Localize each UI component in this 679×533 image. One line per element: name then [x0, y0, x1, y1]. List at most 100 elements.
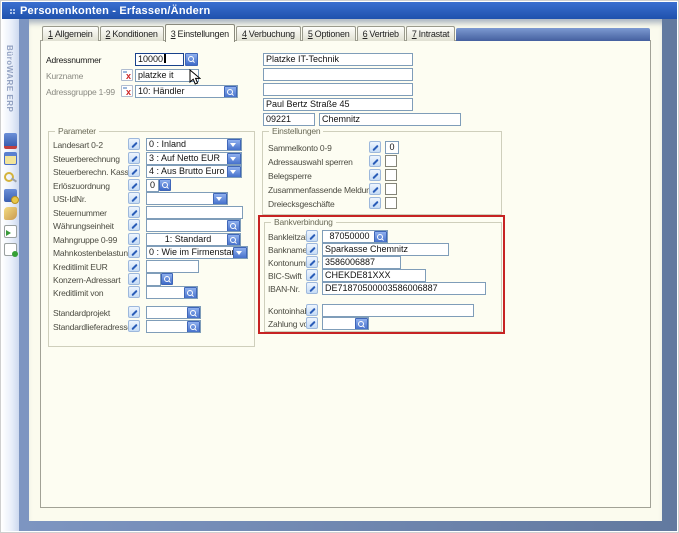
- waehrungseinheit-input[interactable]: [146, 219, 241, 232]
- kreditlimit-eur-input[interactable]: [146, 260, 199, 273]
- adressgruppe-lookup-button[interactable]: [224, 86, 237, 98]
- standardlieferadresse-input[interactable]: [146, 320, 201, 333]
- label-kreditlimit-eur: Kreditlimit EUR: [53, 262, 108, 272]
- clear-adressgruppe-icon[interactable]: [121, 85, 133, 97]
- edit-icon[interactable]: [369, 141, 381, 153]
- erloeszuordnung-input[interactable]: 0: [146, 179, 159, 192]
- edit-icon[interactable]: [128, 179, 140, 191]
- zahlung-von-input[interactable]: [322, 317, 369, 330]
- label-mahnkostenbelastung: Mahnkostenbelastung: [53, 248, 132, 258]
- bankname-input[interactable]: Sparkasse Chemnitz: [322, 243, 449, 256]
- edit-icon[interactable]: [306, 317, 318, 329]
- edit-icon[interactable]: [369, 155, 381, 167]
- strasse-input[interactable]: Paul Bertz Straße 45: [263, 98, 413, 111]
- edit-icon[interactable]: [128, 273, 140, 285]
- tab-intrastat[interactable]: 7Intrastat: [406, 26, 456, 41]
- edit-icon[interactable]: [306, 304, 318, 316]
- key-icon[interactable]: [4, 171, 17, 184]
- document-export-icon[interactable]: [4, 225, 17, 238]
- kreditlimit-von-input[interactable]: [146, 286, 198, 299]
- einstellungen-group-title: Einstellungen: [269, 126, 323, 136]
- brand-vertical-text: BüroWARE ERP: [5, 45, 14, 115]
- chevron-down-icon[interactable]: [233, 247, 247, 259]
- edit-icon[interactable]: [128, 320, 140, 332]
- edit-icon[interactable]: [369, 183, 381, 195]
- edit-icon[interactable]: [306, 282, 318, 294]
- zusammenfassende-meldung-checkbox[interactable]: [385, 183, 397, 195]
- chevron-down-icon[interactable]: [227, 153, 241, 165]
- chevron-down-icon[interactable]: [227, 166, 241, 178]
- window-titlebar[interactable]: Personenkonten - Erfassen/Ändern: [2, 2, 677, 19]
- konzern-adressart-lookup-button[interactable]: [161, 273, 173, 285]
- edit-icon[interactable]: [128, 138, 140, 150]
- edit-icon[interactable]: [128, 165, 140, 177]
- edit-icon[interactable]: [128, 246, 140, 258]
- steuerberechn-kasse-select[interactable]: 4 : Aus Brutto Euro: [146, 165, 242, 178]
- lookup-icon[interactable]: [187, 307, 200, 319]
- edit-icon[interactable]: [306, 230, 318, 242]
- label-landesart: Landesart 0-2: [53, 140, 103, 150]
- tab-allgemein[interactable]: 1Allgemein: [42, 26, 99, 41]
- bic-swift-input[interactable]: CHEKDE81XXX: [322, 269, 426, 282]
- kontonummer-input[interactable]: 3586006887: [322, 256, 401, 269]
- clear-kurzname-icon[interactable]: [121, 69, 133, 81]
- tab-verbuchung[interactable]: 4Verbuchung: [236, 26, 301, 41]
- edit-icon[interactable]: [306, 269, 318, 281]
- adressnummer-input[interactable]: 10000: [135, 53, 184, 66]
- standardprojekt-input[interactable]: [146, 306, 201, 319]
- edit-icon[interactable]: [128, 233, 140, 245]
- tab-konditionen[interactable]: 2Konditionen: [100, 26, 164, 41]
- plz-input[interactable]: 09221: [263, 113, 315, 126]
- edit-icon[interactable]: [128, 219, 140, 231]
- mahnkostenbelastung-select[interactable]: 0 : Wie im Firmenstamm eing: [146, 246, 248, 259]
- ort-input[interactable]: Chemnitz: [319, 113, 461, 126]
- adressauswahl-sperren-checkbox[interactable]: [385, 155, 397, 167]
- belegsperre-checkbox[interactable]: [385, 169, 397, 181]
- tab-optionen[interactable]: 5Optionen: [302, 26, 356, 41]
- steuerberechnung-select[interactable]: 3 : Auf Netto EUR: [146, 152, 242, 165]
- edit-icon[interactable]: [369, 169, 381, 181]
- mahngruppe-input[interactable]: 1: Standard: [146, 233, 241, 246]
- lookup-icon[interactable]: [227, 234, 240, 246]
- steuernummer-input[interactable]: [146, 206, 243, 219]
- landesart-select[interactable]: 0 : Inland: [146, 138, 242, 151]
- erloeszuordnung-lookup-button[interactable]: [159, 179, 171, 191]
- konzern-adressart-input[interactable]: [146, 273, 161, 286]
- bankleitzahl-input[interactable]: 87050000: [322, 230, 388, 243]
- document-new-icon[interactable]: [4, 243, 17, 256]
- edit-icon[interactable]: [128, 306, 140, 318]
- ust-idnr-select[interactable]: [146, 192, 228, 205]
- window-icon[interactable]: [4, 152, 17, 165]
- edit-icon[interactable]: [128, 192, 140, 204]
- lookup-icon[interactable]: [184, 287, 197, 299]
- chevron-down-icon[interactable]: [213, 193, 227, 205]
- kurzname-input[interactable]: platzke it: [135, 69, 199, 82]
- lookup-icon[interactable]: [227, 220, 240, 232]
- edit-icon[interactable]: [128, 286, 140, 298]
- adressgruppe-input[interactable]: 10: Händler: [135, 85, 238, 98]
- edit-icon[interactable]: [128, 260, 140, 272]
- calculator-icon[interactable]: [4, 133, 17, 149]
- name1-input[interactable]: Platzke IT-Technik: [263, 53, 413, 66]
- dreiecksgeschaefte-checkbox[interactable]: [385, 197, 397, 209]
- drag-handle-icon[interactable]: [10, 9, 12, 11]
- name3-input[interactable]: [263, 83, 413, 96]
- lookup-icon[interactable]: [374, 231, 387, 243]
- edit-icon[interactable]: [306, 256, 318, 268]
- lookup-icon[interactable]: [355, 318, 368, 330]
- payment-hand-icon[interactable]: [4, 207, 17, 220]
- kontoinhaber-input[interactable]: [322, 304, 474, 317]
- chevron-down-icon[interactable]: [227, 139, 241, 151]
- sammelkonto-input[interactable]: 0: [385, 141, 399, 154]
- edit-icon[interactable]: [369, 197, 381, 209]
- lookup-icon[interactable]: [187, 321, 200, 333]
- tab-einstellungen[interactable]: 3Einstellungen: [165, 24, 235, 42]
- edit-icon[interactable]: [306, 243, 318, 255]
- adressnummer-lookup-button[interactable]: [185, 53, 198, 66]
- name2-input[interactable]: [263, 68, 413, 81]
- tab-vertrieb[interactable]: 6Vertrieb: [357, 26, 405, 41]
- edit-icon[interactable]: [128, 152, 140, 164]
- iban-input[interactable]: DE71870500003586006887: [322, 282, 486, 295]
- cash-register-icon[interactable]: [4, 189, 17, 202]
- edit-icon[interactable]: [128, 206, 140, 218]
